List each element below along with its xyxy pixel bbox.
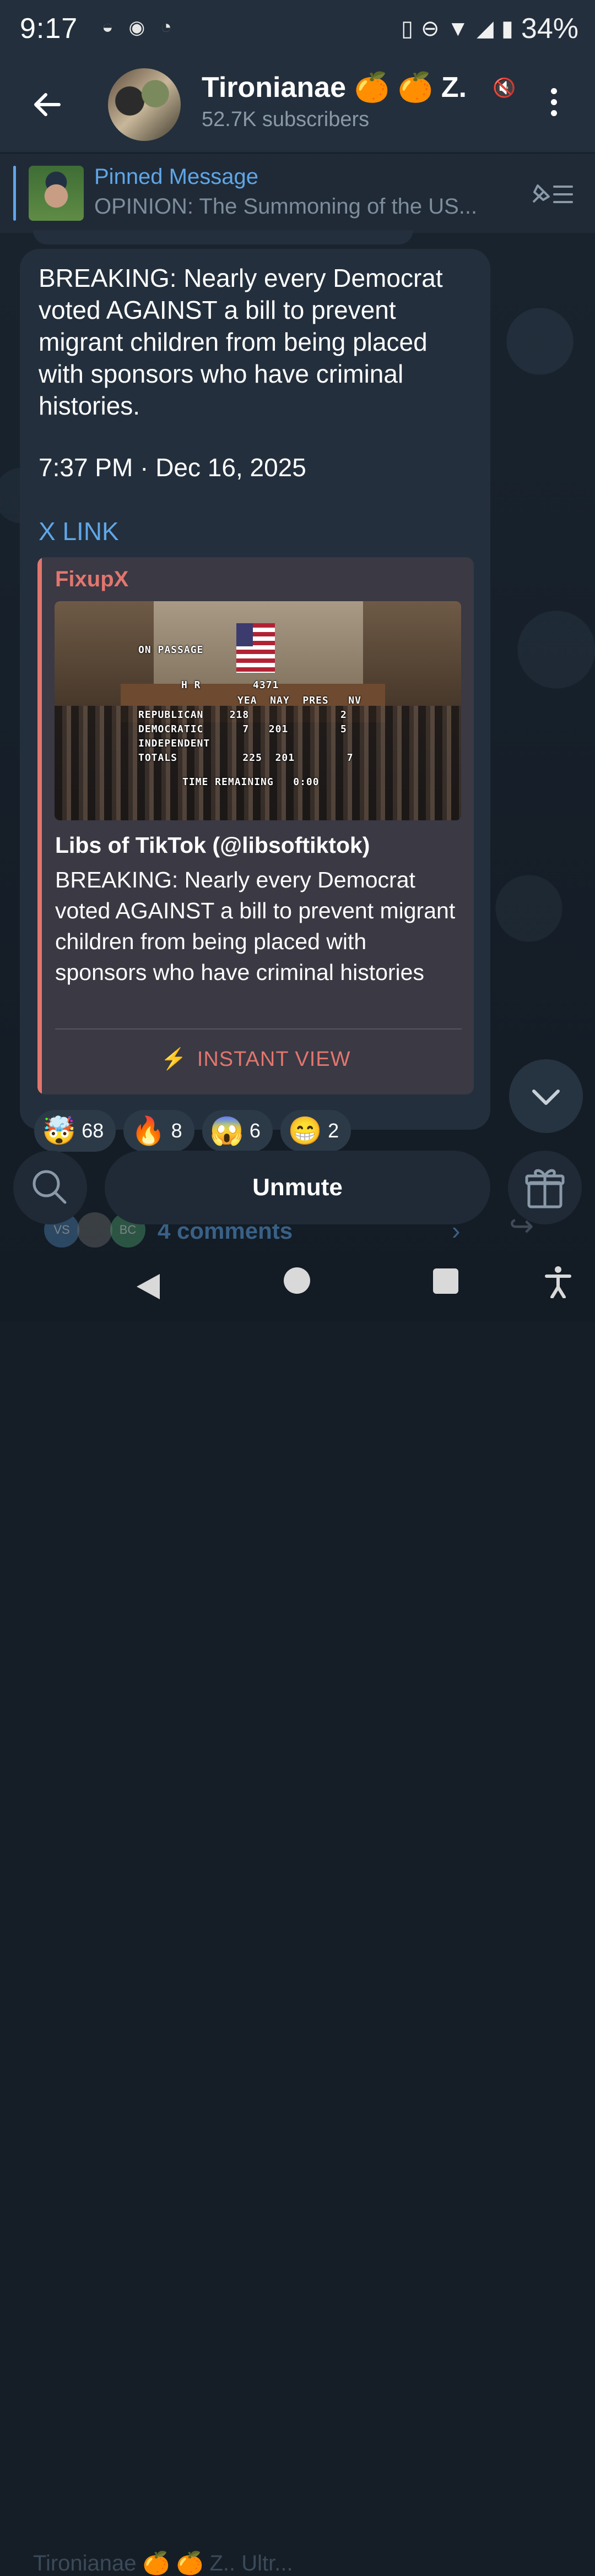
reaction-fire[interactable]: 🔥 8 (123, 1110, 194, 1152)
bolt-icon: ⚡ (160, 1048, 187, 1071)
previous-message-bubble (33, 230, 413, 244)
app-notification-icon: ◒ (102, 17, 113, 37)
pinned-thumbnail (29, 166, 84, 221)
vote-overlay-title: ON PASSAGE (138, 644, 204, 656)
reaction-emoji: 😱 (209, 1115, 244, 1146)
instant-view-button[interactable]: ⚡ INSTANT VIEW (37, 1047, 474, 1071)
reaction-exploding-head[interactable]: 🤯 68 (34, 1110, 116, 1152)
vote-overlay-bill: 4371 (253, 679, 279, 691)
reaction-emoji: 😁 (288, 1115, 323, 1146)
pinned-message-bar[interactable]: Pinned Message OPINION: The Summoning of… (0, 153, 595, 233)
gift-icon (525, 1169, 565, 1208)
scroll-down-button[interactable] (509, 1059, 583, 1133)
message-text: BREAKING: Nearly every Democrat voted AG… (39, 264, 443, 420)
reaction-count: 68 (82, 1119, 104, 1142)
status-system-icons: ▯ ⊖ ▼ ◢ ▮ 34% (401, 12, 578, 45)
chevron-down-icon (532, 1090, 560, 1105)
wifi-icon: ▼ (447, 16, 469, 41)
pinned-preview-text: OPINION: The Summoning of the US... (94, 194, 478, 219)
search-icon (33, 1170, 67, 1204)
link-preview[interactable]: FixupX ON PASSAGE H R 4371 YEA NAY PRES … (37, 557, 474, 1094)
sync-icon: ◔ (160, 17, 172, 37)
battery-percent: 34% (521, 13, 578, 45)
preview-accent-bar (37, 557, 42, 1094)
gift-button[interactable] (508, 1151, 582, 1224)
status-time: 9:17 (20, 13, 78, 45)
channel-title[interactable]: Tironianae 🍊 🍊 Z. (202, 70, 467, 104)
signal-icon: ◢ (477, 17, 494, 41)
pin-list-icon[interactable] (530, 180, 574, 208)
vibrate-icon: ▯ (401, 17, 414, 41)
subscriber-count: 52.7K subscribers (202, 108, 370, 131)
nav-back-icon[interactable] (134, 1272, 162, 1301)
message-date: 7:37 PM · Dec 16, 2025 (39, 453, 306, 482)
muted-speaker-icon: 🔇 (493, 78, 516, 99)
vote-overlay-democratic: DEMOCRATIC 7 201 5 (138, 723, 347, 735)
vote-overlay-republican: REPUBLICAN 218 2 (138, 709, 347, 721)
reaction-scream[interactable]: 😱 6 (202, 1110, 273, 1152)
reaction-count: 2 (328, 1119, 339, 1142)
x-link[interactable]: X LINK (39, 516, 119, 546)
vote-overlay-independent: INDEPENDENT (138, 738, 210, 749)
reaction-emoji: 🤯 (42, 1115, 77, 1146)
flag-image (236, 623, 275, 673)
arrow-left-icon[interactable] (30, 88, 63, 121)
preview-site-name: FixupX (55, 567, 129, 591)
record-icon: ◉ (128, 17, 145, 38)
preview-description: BREAKING: Nearly every Democrat voted AG… (55, 867, 456, 985)
preview-image[interactable]: ON PASSAGE H R 4371 YEA NAY PRES NV REPU… (55, 601, 461, 820)
unmute-button[interactable]: Unmute (105, 1151, 490, 1224)
system-nav-bar: Tironianae 🍊 🍊 Z.. Ultr... (0, 1251, 595, 2575)
reaction-count: 6 (249, 1119, 261, 1142)
kebab-icon[interactable] (545, 88, 562, 127)
reaction-grin[interactable]: 😁 2 (280, 1110, 351, 1152)
pinned-indicator (13, 166, 16, 221)
nav-recents-icon[interactable] (433, 1268, 458, 1294)
dnd-icon: ⊖ (421, 17, 440, 41)
status-bar: 9:17 ◒ ◉ ◔ ▯ ⊖ ▼ ◢ ▮ 34% (0, 0, 595, 61)
nav-home-icon[interactable] (284, 1267, 310, 1294)
preview-title: Libs of TikTok (@libsoftiktok) (55, 832, 370, 858)
battery-icon: ▮ (501, 17, 513, 41)
pinned-label: Pinned Message (94, 165, 258, 189)
channel-avatar[interactable] (108, 68, 181, 141)
vote-overlay-totals: TOTALS 225 201 7 (138, 752, 354, 764)
preview-divider (55, 1028, 462, 1030)
reaction-count: 8 (171, 1119, 182, 1142)
search-button[interactable] (13, 1151, 87, 1224)
chat-header: Tironianae 🍊 🍊 Z. 52.7K subscribers 🔇 (0, 61, 595, 152)
accessibility-icon[interactable] (544, 1265, 572, 1298)
next-message-peek: Tironianae 🍊 🍊 Z.. Ultr... (33, 2551, 293, 2575)
reaction-emoji: 🔥 (131, 1115, 166, 1146)
vote-overlay-hr: H R (181, 679, 201, 691)
vote-overlay-columns: YEA NAY PRES NV (237, 695, 361, 706)
reactions-row: 🤯 68 🔥 8 😱 6 😁 2 (34, 1110, 351, 1152)
status-notification-icons: ◒ ◉ ◔ (102, 17, 172, 39)
instant-view-label: INSTANT VIEW (197, 1048, 351, 1071)
vote-overlay-time: TIME REMAINING 0:00 (182, 776, 320, 788)
